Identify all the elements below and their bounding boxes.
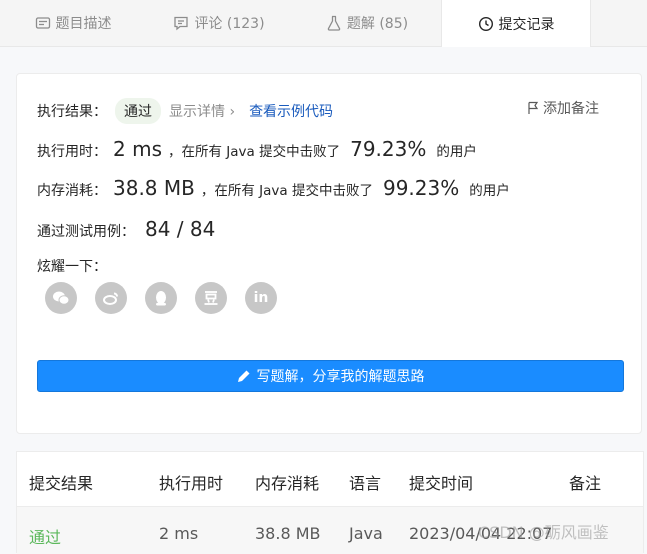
pencil-icon bbox=[237, 370, 249, 382]
status-row: 执行结果： 通过 显示详情 › 查看示例代码 bbox=[37, 98, 333, 124]
tab-comments-label: 评论 (123) bbox=[194, 16, 265, 32]
tests-row: 通过测试用例： 84 / 84 bbox=[37, 217, 221, 241]
col-header-runtime: 执行用时 bbox=[159, 474, 224, 493]
runtime-row: 执行用时： 2 ms ，在所有 Java 提交中击败了 79.23% 的用户 bbox=[37, 137, 477, 161]
tab-submissions-label: 提交记录 bbox=[498, 16, 555, 33]
tab-description[interactable]: 题目描述 bbox=[0, 0, 146, 46]
wechat-icon[interactable] bbox=[45, 282, 77, 314]
col-header-note: 备注 bbox=[569, 474, 602, 493]
watermark: CSDN @砺风画鉴 bbox=[478, 523, 609, 542]
row-result-link[interactable]: 通过 bbox=[29, 524, 61, 548]
memory-prefix: ，在所有 Java 提交中击败了 bbox=[200, 183, 373, 199]
share-row: 炫耀一下： bbox=[37, 256, 107, 276]
memory-row: 内存消耗： 38.8 MB ，在所有 Java 提交中击败了 99.23% 的用… bbox=[37, 176, 510, 200]
comment-icon bbox=[173, 15, 189, 31]
memory-suffix: 的用户 bbox=[469, 183, 510, 199]
share-label: 炫耀一下： bbox=[37, 259, 107, 275]
runtime-suffix: 的用户 bbox=[436, 144, 477, 160]
flask-icon bbox=[326, 15, 342, 31]
clock-icon bbox=[478, 16, 494, 32]
runtime-label: 执行用时： bbox=[37, 144, 107, 160]
qq-icon[interactable] bbox=[145, 282, 177, 314]
tab-solutions[interactable]: 题解 (85) bbox=[294, 0, 440, 46]
status-badge: 通过 bbox=[115, 98, 161, 124]
add-note-label: 添加备注 bbox=[543, 101, 599, 117]
tests-value: 84 / 84 bbox=[145, 217, 216, 241]
description-icon bbox=[35, 15, 51, 31]
write-solution-button[interactable]: 写题解，分享我的解题思路 bbox=[37, 360, 624, 392]
runtime-prefix: ，在所有 Java 提交中击败了 bbox=[167, 144, 341, 160]
result-card: 执行结果： 通过 显示详情 › 查看示例代码 添加备注 执行用时： 2 ms ，… bbox=[16, 73, 642, 434]
tab-solutions-label: 题解 (85) bbox=[346, 16, 409, 32]
write-solution-label: 写题解，分享我的解题思路 bbox=[256, 369, 425, 385]
linkedin-icon[interactable]: in bbox=[245, 282, 277, 314]
sample-code-link[interactable]: 查看示例代码 bbox=[249, 101, 333, 121]
douban-icon[interactable] bbox=[195, 282, 227, 314]
show-details-link[interactable]: 显示详情 › bbox=[169, 101, 235, 121]
runtime-percent: 79.23% bbox=[350, 137, 427, 161]
memory-percent: 99.23% bbox=[382, 176, 460, 200]
tab-submissions[interactable]: 提交记录 bbox=[441, 0, 591, 47]
row-memory: 38.8 MB bbox=[255, 524, 321, 543]
tab-comments[interactable]: 评论 (123) bbox=[146, 0, 292, 46]
col-header-memory: 内存消耗 bbox=[255, 474, 320, 493]
weibo-icon[interactable] bbox=[95, 282, 127, 314]
col-header-time: 提交时间 bbox=[409, 474, 474, 493]
col-header-result: 提交结果 bbox=[29, 474, 94, 493]
col-header-language: 语言 bbox=[349, 474, 382, 493]
row-runtime: 2 ms bbox=[159, 524, 199, 543]
memory-value: 38.8 MB bbox=[113, 176, 195, 200]
tests-label: 通过测试用例： bbox=[37, 224, 135, 240]
add-note-button[interactable]: 添加备注 bbox=[527, 98, 599, 118]
flag-icon bbox=[528, 101, 539, 114]
runtime-value: 2 ms bbox=[113, 137, 162, 161]
tab-bar: 题目描述 评论 (123) 题解 (85) 提交记录 bbox=[0, 0, 647, 47]
row-language: Java bbox=[349, 524, 383, 543]
memory-label: 内存消耗： bbox=[37, 183, 107, 199]
tab-description-label: 题目描述 bbox=[55, 16, 112, 32]
status-label: 执行结果： bbox=[37, 104, 107, 120]
